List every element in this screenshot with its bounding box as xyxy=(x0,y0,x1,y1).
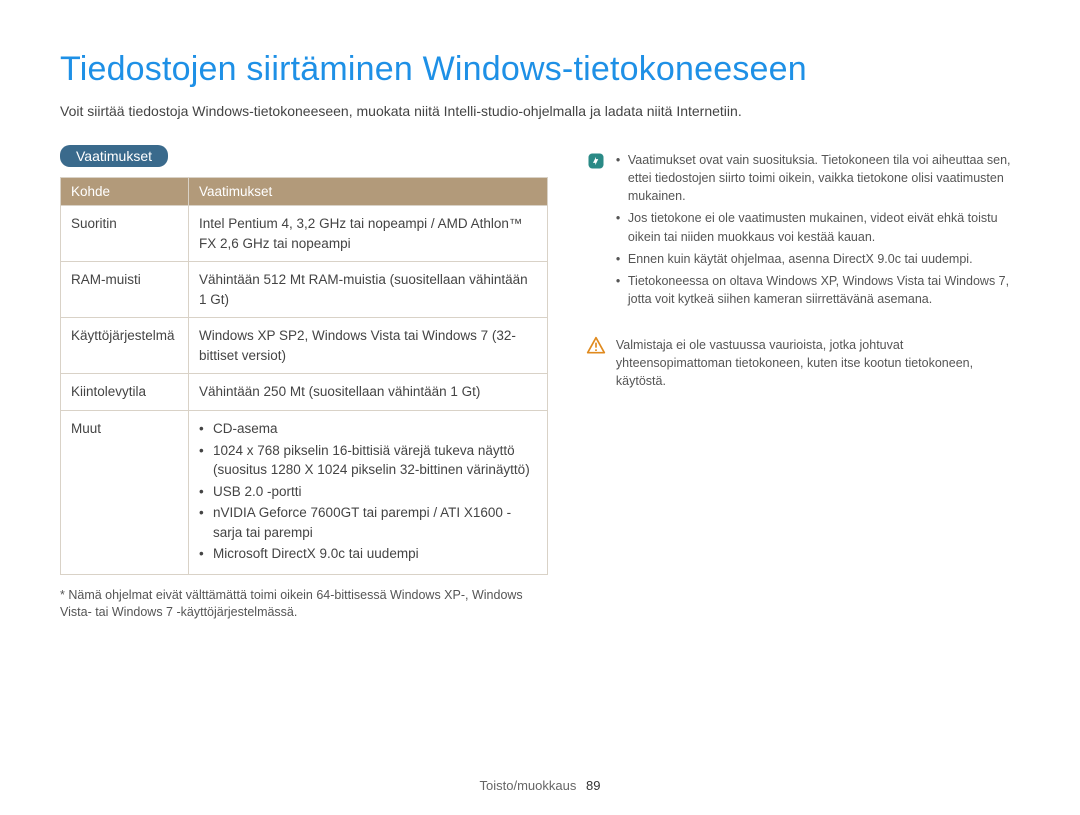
list-item: nVIDIA Geforce 7600GT tai parempi / ATI … xyxy=(199,503,537,542)
intro-text: Voit siirtää tiedostoja Windows-tietokon… xyxy=(60,103,1020,119)
table-row: Suoritin Intel Pentium 4, 3,2 GHz tai no… xyxy=(61,206,548,262)
info-icon xyxy=(586,151,606,171)
table-row: Muut CD-asema 1024 x 768 pikselin 16-bit… xyxy=(61,410,548,574)
row-label-os: Käyttöjärjestelmä xyxy=(61,318,189,374)
row-label-other: Muut xyxy=(61,410,189,574)
list-item: Jos tietokone ei ole vaatimusten mukaine… xyxy=(616,209,1016,245)
list-item: Vaatimukset ovat vain suosituksia. Tieto… xyxy=(616,151,1016,205)
table-header-kohde: Kohde xyxy=(61,178,189,206)
info-list: Vaatimukset ovat vain suosituksia. Tieto… xyxy=(616,151,1016,312)
row-value-os: Windows XP SP2, Windows Vista tai Window… xyxy=(189,318,548,374)
content-columns: Vaatimukset Kohde Vaatimukset Suoritin I… xyxy=(60,145,1020,622)
page-title: Tiedostojen siirtäminen Windows-tietokon… xyxy=(60,50,1020,89)
right-column: Vaatimukset ovat vain suosituksia. Tieto… xyxy=(582,145,1020,622)
table-row: Käyttöjärjestelmä Windows XP SP2, Window… xyxy=(61,318,548,374)
row-label-ram: RAM-muisti xyxy=(61,262,189,318)
row-value-cpu: Intel Pentium 4, 3,2 GHz tai nopeampi / … xyxy=(189,206,548,262)
footer-page-number: 89 xyxy=(586,778,600,793)
other-list: CD-asema 1024 x 768 pikselin 16-bittisiä… xyxy=(199,419,537,564)
document-page: Tiedostojen siirtäminen Windows-tietokon… xyxy=(0,0,1080,815)
left-column: Vaatimukset Kohde Vaatimukset Suoritin I… xyxy=(60,145,548,622)
table-header-vaatimukset: Vaatimukset xyxy=(189,178,548,206)
warning-callout: Valmistaja ei ole vastuussa vaurioista, … xyxy=(582,330,1020,398)
list-item: Tietokoneessa on oltava Windows XP, Wind… xyxy=(616,272,1016,308)
row-label-cpu: Suoritin xyxy=(61,206,189,262)
footnote-text: * Nämä ohjelmat eivät välttämättä toimi … xyxy=(60,587,548,622)
table-row: Kiintolevytila Vähintään 250 Mt (suosite… xyxy=(61,374,548,411)
requirements-table: Kohde Vaatimukset Suoritin Intel Pentium… xyxy=(60,177,548,575)
footer-section: Toisto/muokkaus xyxy=(480,778,577,793)
row-value-disk: Vähintään 250 Mt (suositellaan vähintään… xyxy=(189,374,548,411)
list-item: CD-asema xyxy=(199,419,537,439)
info-callout: Vaatimukset ovat vain suosituksia. Tieto… xyxy=(582,145,1020,320)
list-item: USB 2.0 -portti xyxy=(199,482,537,502)
list-item: Ennen kuin käytät ohjelmaa, asenna Direc… xyxy=(616,250,1016,268)
warning-icon xyxy=(586,336,606,356)
row-label-disk: Kiintolevytila xyxy=(61,374,189,411)
list-item: Microsoft DirectX 9.0c tai uudempi xyxy=(199,544,537,564)
row-value-other: CD-asema 1024 x 768 pikselin 16-bittisiä… xyxy=(189,410,548,574)
table-row: RAM-muisti Vähintään 512 Mt RAM-muistia … xyxy=(61,262,548,318)
page-footer: Toisto/muokkaus 89 xyxy=(0,778,1080,793)
section-pill: Vaatimukset xyxy=(60,145,168,167)
row-value-ram: Vähintään 512 Mt RAM-muistia (suositella… xyxy=(189,262,548,318)
list-item: 1024 x 768 pikselin 16-bittisiä värejä t… xyxy=(199,441,537,480)
warning-text: Valmistaja ei ole vastuussa vaurioista, … xyxy=(616,336,1016,390)
